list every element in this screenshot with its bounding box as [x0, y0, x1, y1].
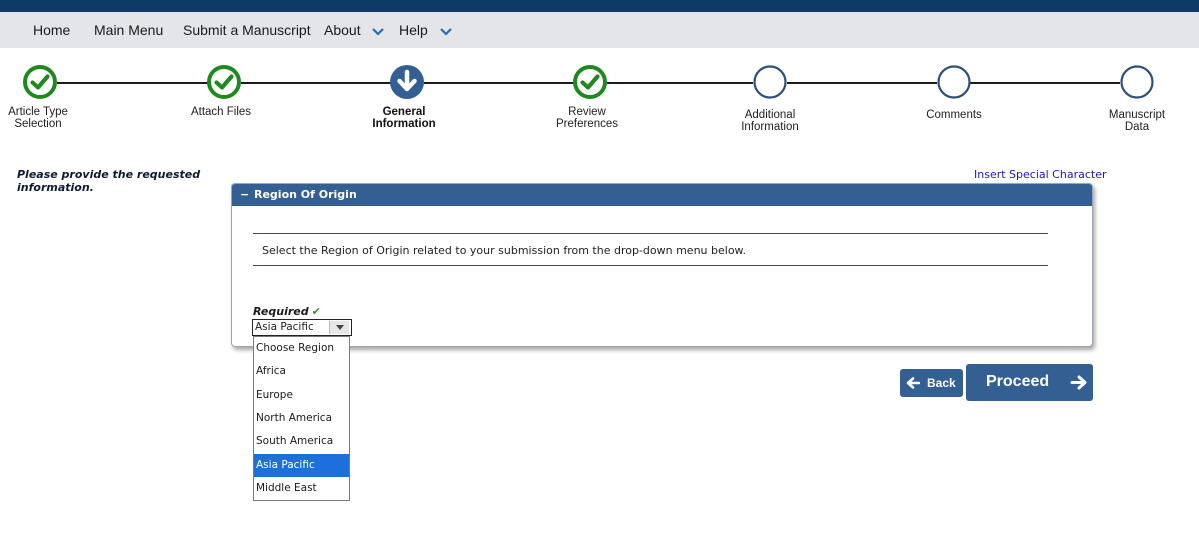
region-of-origin-panel: − Region Of Origin Select the Region of O… [231, 183, 1093, 347]
nav-about[interactable]: About [324, 12, 385, 49]
progress-connector [970, 82, 1120, 84]
page-instructions: Please provide the requested information… [17, 168, 201, 194]
arrow-down-circle-icon [390, 65, 424, 99]
arrow-right-icon [1070, 375, 1087, 390]
progress-connector [241, 82, 391, 84]
nav-help[interactable]: Help [399, 12, 452, 48]
dropdown-arrow-icon[interactable] [329, 321, 349, 334]
divider [253, 233, 1048, 234]
option-south-america[interactable]: South America [254, 430, 349, 453]
step-label-article-type: Article Type Selection [8, 106, 68, 130]
progress-connector [424, 82, 574, 84]
required-label: Required ✔ [253, 305, 321, 318]
step-label-review-preferences: Review Preferences [555, 106, 618, 130]
collapse-icon[interactable]: − [240, 184, 249, 206]
back-button[interactable]: Back [900, 369, 963, 397]
check-circle-icon [207, 65, 241, 99]
nav-submit-manuscript[interactable]: Submit a Manuscript [183, 12, 311, 48]
nav-main-menu[interactable]: Main Menu [94, 12, 163, 48]
region-select[interactable]: Asia Pacific [252, 319, 352, 336]
step-manuscript-data-pending [1120, 65, 1154, 99]
progress-connector [57, 82, 208, 84]
step-comments-pending [937, 65, 971, 99]
back-button-label: Back [927, 376, 956, 390]
progress-connector [607, 82, 753, 84]
option-africa[interactable]: Africa [254, 360, 349, 383]
step-label-manuscript-data: Manuscript Data [1108, 109, 1166, 133]
panel-header: − Region Of Origin [232, 184, 1092, 206]
step-attach-files-complete[interactable] [207, 65, 241, 99]
top-accent-bar [0, 0, 1199, 12]
step-review-preferences-complete[interactable] [573, 65, 607, 99]
option-europe[interactable]: Europe [254, 384, 349, 407]
arrow-left-icon [906, 377, 920, 389]
nav-home[interactable]: Home [33, 12, 70, 48]
chevron-down-icon [372, 13, 385, 49]
step-label-comments: Comments [926, 109, 982, 121]
step-additional-information-pending [753, 65, 787, 99]
option-choose-region[interactable]: Choose Region [254, 337, 349, 360]
region-dropdown-list: Choose Region Africa Europe North Americ… [253, 336, 350, 501]
step-label-additional-information: Additional Information [741, 109, 799, 133]
proceed-button[interactable]: Proceed [966, 364, 1093, 401]
checkmark-icon: ✔ [311, 305, 321, 318]
step-general-information-current [390, 65, 424, 99]
insert-special-character-link[interactable]: Insert Special Character [974, 168, 1106, 181]
divider [253, 265, 1048, 266]
chevron-down-icon [439, 13, 452, 49]
empty-circle-icon [1120, 65, 1154, 99]
empty-circle-icon [937, 65, 971, 99]
check-circle-icon [23, 65, 57, 99]
option-middle-east[interactable]: Middle East [254, 477, 349, 500]
region-select-value: Asia Pacific [255, 321, 314, 333]
option-north-america[interactable]: North America [254, 407, 349, 430]
step-label-attach-files: Attach Files [190, 106, 252, 118]
progress-connector [787, 82, 937, 84]
check-circle-icon [573, 65, 607, 99]
empty-circle-icon [753, 65, 787, 99]
main-navigation: Home Main Menu Submit a Manuscript About… [0, 12, 1199, 48]
proceed-button-label: Proceed [986, 373, 1050, 390]
step-label-general-information: General Information [372, 106, 436, 130]
option-asia-pacific[interactable]: Asia Pacific [254, 454, 349, 477]
panel-description: Select the Region of Origin related to y… [262, 244, 747, 257]
panel-title: Region Of Origin [254, 188, 357, 201]
step-article-type-complete[interactable] [23, 65, 57, 99]
